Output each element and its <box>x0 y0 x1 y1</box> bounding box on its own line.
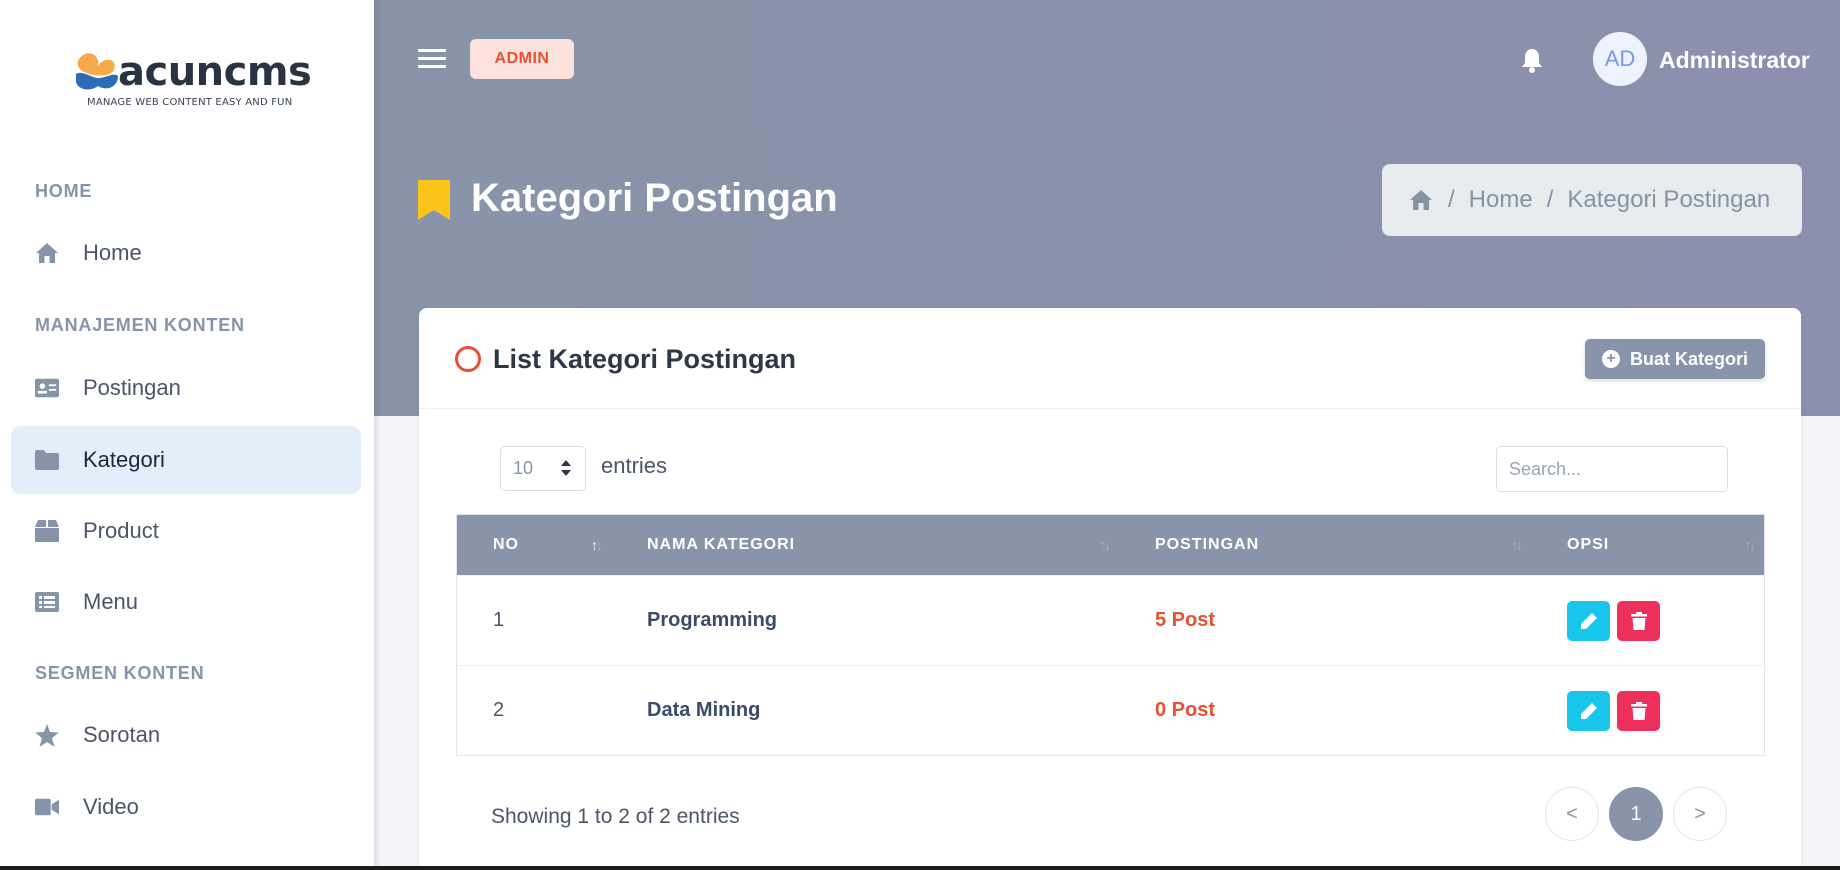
video-icon <box>35 795 59 819</box>
sidebar-item-postingan[interactable]: Postingan <box>11 354 361 422</box>
sort-icon: ↑↓ <box>591 537 603 553</box>
post-count: 0 Post <box>1155 699 1216 721</box>
edit-button[interactable] <box>1567 600 1610 641</box>
search-input[interactable] <box>1496 446 1728 492</box>
brand-name: acuncms <box>118 49 312 95</box>
sidebar-item-label: Menu <box>83 589 139 614</box>
nav-section-content: MANAJEMEN KONTEN <box>35 315 245 335</box>
plus-circle-icon: + <box>1601 350 1620 368</box>
sidebar-item-menu[interactable]: Menu <box>11 568 361 636</box>
sidebar-item-label: Sorotan <box>83 722 161 747</box>
breadcrumb: / Home / Kategori Postingan <box>1382 164 1802 236</box>
breadcrumb-home-link[interactable]: Home <box>1469 186 1533 214</box>
column-label: NAMA KATEGORI <box>647 536 796 553</box>
column-header-posts[interactable]: POSTINGAN ↑↓ <box>1119 515 1531 575</box>
user-name[interactable]: Administrator <box>1659 47 1810 74</box>
column-label: OPSI <box>1567 536 1610 553</box>
list-icon <box>35 590 59 614</box>
sidebar-item-video[interactable]: Video <box>11 773 361 841</box>
circle-icon <box>455 346 481 372</box>
delete-button[interactable] <box>1617 690 1660 731</box>
post-count: 5 Post <box>1155 609 1216 631</box>
sidebar-item-label: Home <box>83 240 142 265</box>
row-options <box>1531 690 1764 731</box>
column-label: NO <box>493 536 519 553</box>
brand-logo[interactable]: acuncms MANAGE WEB CONTENT EASY AND FUN <box>74 48 312 114</box>
page-button-current[interactable]: 1 <box>1609 787 1663 841</box>
table-header: NO ↑↓ NAMA KATEGORI ↑↓ POSTINGAN ↑↓ OPSI… <box>457 515 1764 575</box>
sidebar-item-home[interactable]: Home <box>11 219 361 287</box>
category-list-card: List Kategori Postingan + Buat Kategori … <box>419 308 1801 870</box>
edit-button[interactable] <box>1567 690 1610 731</box>
category-name: Programming <box>647 609 778 631</box>
sidebar-item-kategori[interactable]: Kategori <box>11 426 361 494</box>
table-info: Showing 1 to 2 of 2 entries <box>491 805 740 828</box>
row-number: 2 <box>493 699 505 721</box>
category-table: NO ↑↓ NAMA KATEGORI ↑↓ POSTINGAN ↑↓ OPSI… <box>456 514 1765 756</box>
nav-section-home: HOME <box>35 181 93 201</box>
row-options <box>1531 600 1764 641</box>
create-category-label: Buat Kategori <box>1629 348 1748 369</box>
page-title: Kategori Postingan <box>471 176 838 220</box>
table-row: 2 Data Mining 0 Post <box>457 665 1764 755</box>
create-category-button[interactable]: + Buat Kategori <box>1585 339 1765 379</box>
pencil-icon <box>1580 612 1597 629</box>
nav-section-segment: SEGMEN KONTEN <box>35 663 205 683</box>
window-bottom-edge <box>0 866 1840 870</box>
entries-label: entries <box>601 453 668 478</box>
role-badge: ADMIN <box>470 39 574 79</box>
breadcrumb-separator: / <box>1448 186 1455 213</box>
column-header-name[interactable]: NAMA KATEGORI ↑↓ <box>611 515 1119 575</box>
pagination: < 1 > <box>1545 787 1727 841</box>
sidebar-item-label: Postingan <box>83 375 181 400</box>
card-header: List Kategori Postingan + Buat Kategori <box>419 308 1801 409</box>
home-icon <box>35 241 59 265</box>
column-header-no[interactable]: NO ↑↓ <box>457 515 611 575</box>
bookmark-icon <box>418 180 450 220</box>
breadcrumb-separator: / <box>1546 186 1554 213</box>
avatar[interactable]: AD <box>1593 32 1647 86</box>
trash-icon <box>1630 701 1647 720</box>
star-icon <box>35 723 59 747</box>
page-length-value: 10 <box>513 458 534 478</box>
pencil-icon <box>1580 702 1597 719</box>
home-icon[interactable] <box>1408 189 1434 211</box>
sidebar-item-sorotan[interactable]: Sorotan <box>11 701 361 769</box>
page-length-select[interactable]: 10 <box>500 446 586 491</box>
column-label: POSTINGAN <box>1155 536 1260 553</box>
sort-icon: ↑↓ <box>1744 537 1756 553</box>
prev-page-button[interactable]: < <box>1545 787 1599 841</box>
row-number: 1 <box>493 609 505 631</box>
sidebar-item-product[interactable]: Product <box>11 497 361 565</box>
bell-icon[interactable] <box>1520 47 1544 73</box>
category-name: Data Mining <box>647 699 761 721</box>
sidebar: acuncms MANAGE WEB CONTENT EASY AND FUN … <box>0 0 374 870</box>
breadcrumb-current: Kategori Postingan <box>1567 186 1771 213</box>
sort-icon: ↑↓ <box>1511 537 1523 553</box>
trash-icon <box>1630 611 1647 630</box>
next-page-button[interactable]: > <box>1673 787 1727 841</box>
brand-tagline: MANAGE WEB CONTENT EASY AND FUN <box>87 97 293 108</box>
box-icon <box>35 519 59 543</box>
sidebar-item-label: Kategori <box>83 447 165 472</box>
folder-icon <box>35 448 59 472</box>
sidebar-item-label: Video <box>83 794 139 819</box>
column-header-options[interactable]: OPSI ↑↓ <box>1531 515 1764 575</box>
sort-caret-icon <box>561 460 571 476</box>
logo-mark-icon <box>76 53 118 90</box>
id-card-icon <box>35 376 59 400</box>
hamburger-menu-icon[interactable] <box>418 49 446 69</box>
delete-button[interactable] <box>1617 600 1660 641</box>
sort-icon: ↑↓ <box>1099 537 1111 553</box>
table-row: 1 Programming 5 Post <box>457 575 1764 665</box>
sidebar-item-label: Product <box>83 518 159 543</box>
card-title: List Kategori Postingan <box>493 344 797 374</box>
